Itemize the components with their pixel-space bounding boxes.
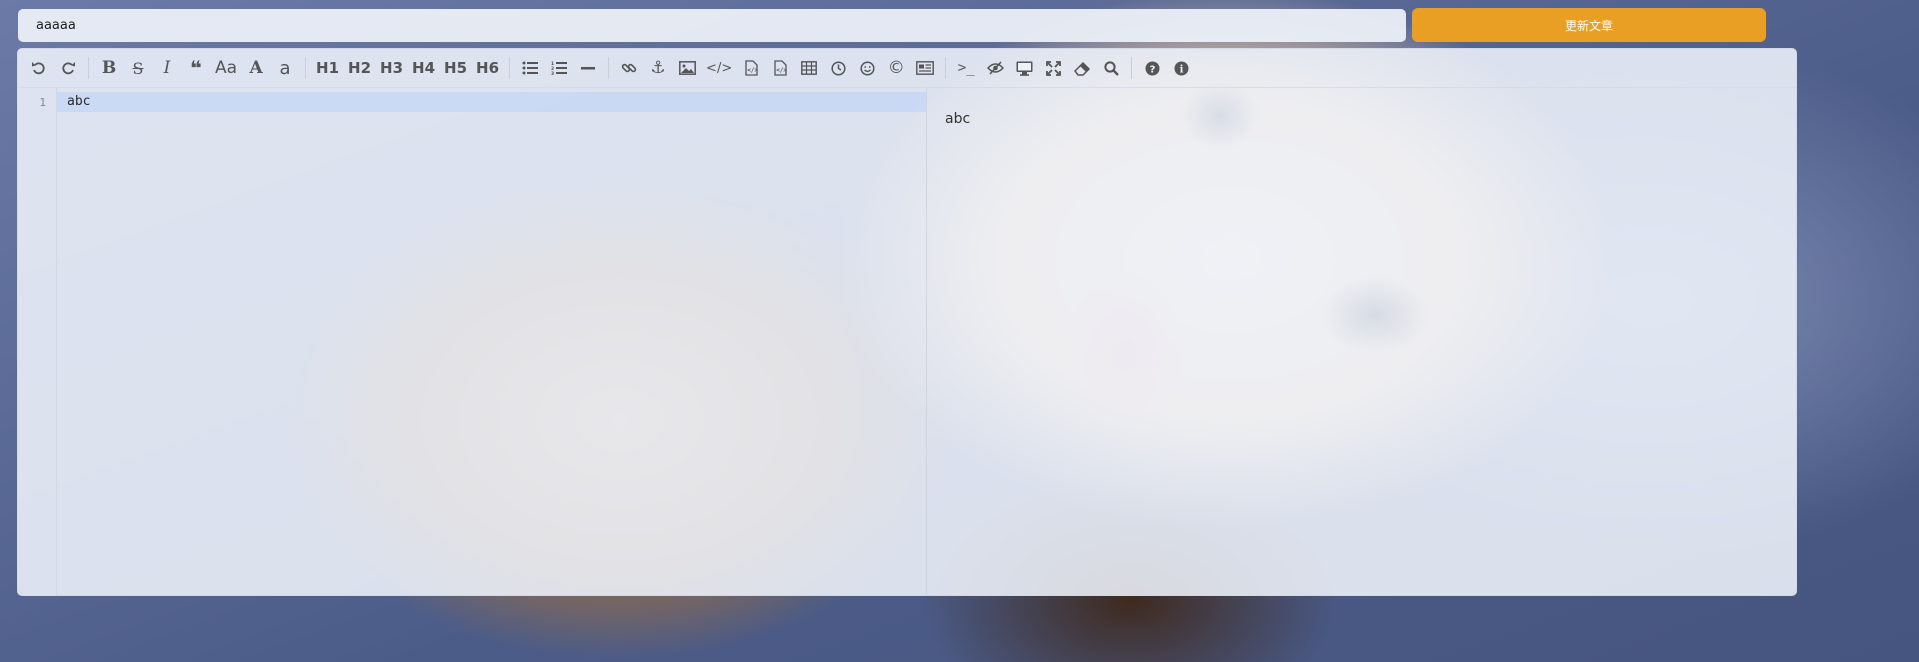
- redo-icon[interactable]: [55, 55, 81, 81]
- quote-icon[interactable]: ❝: [183, 55, 209, 81]
- svg-text:</>: </>: [747, 67, 758, 74]
- heading-4-button[interactable]: H4: [409, 55, 438, 81]
- strikethrough-icon[interactable]: S: [125, 55, 151, 81]
- toolbar-separator: [608, 57, 610, 79]
- desktop-icon[interactable]: [1011, 55, 1037, 81]
- update-article-button[interactable]: 更新文章: [1412, 8, 1766, 42]
- help-icon[interactable]: ?: [1139, 55, 1165, 81]
- heading-2-button[interactable]: H2: [345, 55, 374, 81]
- datetime-icon[interactable]: [825, 55, 851, 81]
- heading-5-button[interactable]: H5: [441, 55, 470, 81]
- uppercase-icon[interactable]: A: [243, 55, 269, 81]
- lowercase-icon[interactable]: a: [272, 55, 298, 81]
- unordered-list-icon[interactable]: [517, 55, 543, 81]
- line-number: 1: [39, 96, 46, 109]
- anchor-icon[interactable]: ⚓: [645, 55, 671, 81]
- eraser-icon[interactable]: [1069, 55, 1095, 81]
- svg-text:</>: </>: [776, 67, 787, 74]
- bold-icon[interactable]: B: [96, 55, 122, 81]
- html-entities-icon[interactable]: ©: [883, 55, 909, 81]
- eye-slash-icon[interactable]: [982, 55, 1008, 81]
- info-icon[interactable]: i: [1168, 55, 1194, 81]
- toolbar-separator: [88, 57, 89, 79]
- link-icon[interactable]: [616, 55, 642, 81]
- toolbar-separator: [945, 57, 947, 79]
- toolbar-separator: [1131, 57, 1133, 79]
- markdown-preview: abc: [927, 87, 1796, 595]
- article-title-input[interactable]: [18, 9, 1406, 42]
- table-icon[interactable]: [796, 55, 822, 81]
- markdown-source-editor[interactable]: abc: [57, 87, 926, 595]
- case-toggle-icon[interactable]: Aa: [212, 55, 240, 81]
- image-icon[interactable]: [674, 55, 700, 81]
- active-line-highlight: [57, 92, 926, 112]
- toolbar-separator: [509, 57, 511, 79]
- terminal-icon[interactable]: >_: [953, 55, 979, 81]
- svg-text:3: 3: [551, 71, 554, 75]
- svg-text:i: i: [1179, 64, 1183, 75]
- line-number-gutter: 1: [18, 87, 57, 595]
- undo-icon[interactable]: [26, 55, 52, 81]
- toolbar-separator: [305, 57, 307, 79]
- editor-toolbar: B S I ❝ Aa A a H1 H2 H3 H4 H5 H6 123 ⚓ <…: [18, 49, 1796, 88]
- search-icon[interactable]: [1098, 55, 1124, 81]
- heading-6-button[interactable]: H6: [473, 55, 502, 81]
- svg-text:?: ?: [1149, 64, 1155, 75]
- ordered-list-icon[interactable]: 123: [546, 55, 572, 81]
- code-line[interactable]: abc: [67, 94, 90, 109]
- horizontal-rule-icon[interactable]: [575, 55, 601, 81]
- code-icon[interactable]: </>: [703, 55, 735, 81]
- preformatted-code-icon[interactable]: </>: [738, 55, 764, 81]
- italic-icon[interactable]: I: [154, 55, 180, 81]
- heading-3-button[interactable]: H3: [377, 55, 406, 81]
- pagebreak-icon[interactable]: [912, 55, 938, 81]
- fullscreen-icon[interactable]: [1040, 55, 1066, 81]
- code-block-icon[interactable]: </>: [767, 55, 793, 81]
- preview-paragraph: abc: [945, 111, 971, 127]
- markdown-editor: B S I ❝ Aa A a H1 H2 H3 H4 H5 H6 123 ⚓ <…: [17, 48, 1797, 596]
- emoji-icon[interactable]: [854, 55, 880, 81]
- heading-1-button[interactable]: H1: [313, 55, 342, 81]
